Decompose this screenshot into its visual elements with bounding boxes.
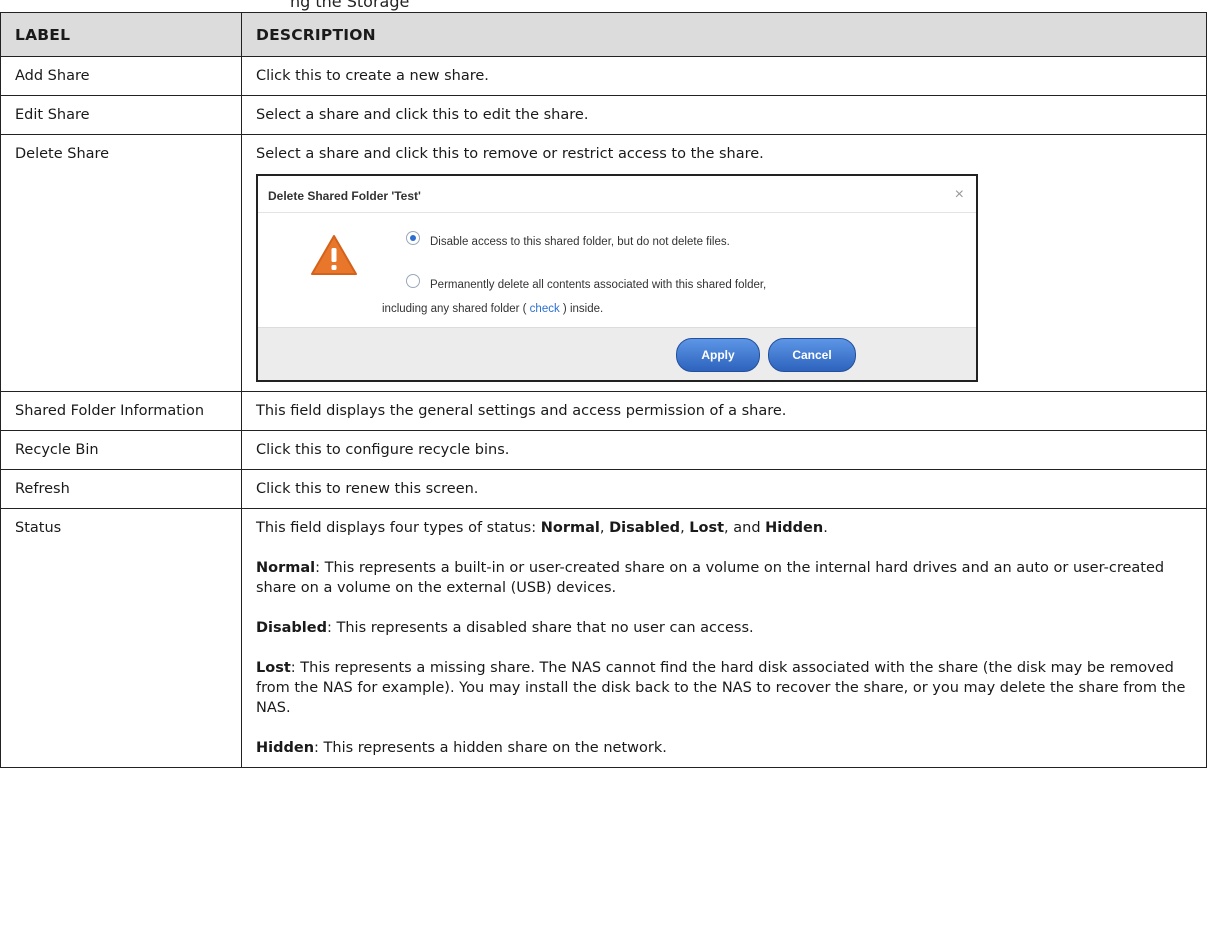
- colon: :: [290, 660, 301, 676]
- table-row: Edit Share Select a share and click this…: [0, 95, 1207, 135]
- disable-access-radio[interactable]: [406, 231, 420, 245]
- period: .: [823, 520, 828, 536]
- separator: ,: [599, 520, 610, 536]
- page-header-fragment: ng the Storage: [290, 0, 410, 11]
- status-term: Normal: [256, 560, 316, 576]
- row-description: Click this to renew this screen.: [241, 469, 1207, 509]
- status-type-normal: Normal: [540, 520, 600, 536]
- disable-access-option-label: Disable access to this shared folder, bu…: [430, 236, 730, 248]
- row-description: This field displays the general settings…: [241, 391, 1207, 431]
- table-row: Refresh Click this to renew this screen.: [0, 469, 1207, 509]
- warning-icon: [311, 235, 357, 275]
- status-disabled-paragraph: Disabled: This represents a disabled sha…: [256, 618, 1192, 638]
- apply-button[interactable]: Apply: [676, 338, 760, 372]
- row-label: Delete Share: [0, 134, 242, 392]
- status-type-disabled: Disabled: [609, 520, 681, 536]
- row-label: Shared Folder Information: [0, 391, 242, 431]
- dialog-header: Delete Shared Folder 'Test' ×: [258, 176, 976, 213]
- separator: ,: [680, 520, 690, 536]
- status-lost-paragraph: Lost: This represents a missing share. T…: [256, 658, 1192, 718]
- status-term: Lost: [256, 660, 291, 676]
- status-type-hidden: Hidden: [765, 520, 824, 536]
- status-intro-text: This field displays four types of status…: [256, 520, 541, 536]
- check-link[interactable]: check: [530, 303, 560, 315]
- table-row: Delete Share Select a share and click th…: [0, 134, 1207, 392]
- delete-shared-folder-dialog: Delete Shared Folder 'Test' × Disable ac…: [256, 174, 978, 382]
- status-disabled-desc: This represents a disabled share that no…: [336, 620, 754, 636]
- cancel-button[interactable]: Cancel: [768, 338, 856, 372]
- dialog-footer: Apply Cancel: [258, 327, 976, 380]
- status-normal-paragraph: Normal: This represents a built-in or us…: [256, 558, 1192, 598]
- close-icon[interactable]: ×: [955, 185, 964, 205]
- dialog-title: Delete Shared Folder 'Test': [268, 189, 421, 203]
- status-hidden-desc: This represents a hidden share on the ne…: [323, 740, 667, 756]
- colon: :: [315, 560, 325, 576]
- row-description: Select a share and click this to remove …: [256, 146, 764, 162]
- row-description-cell: Select a share and click this to remove …: [241, 134, 1207, 392]
- option-text-post: ) inside.: [559, 303, 604, 315]
- status-hidden-paragraph: Hidden: This represents a hidden share o…: [256, 738, 1192, 758]
- row-description: Select a share and click this to edit th…: [241, 95, 1207, 135]
- row-label: Edit Share: [0, 95, 242, 135]
- status-lost-desc: This represents a missing share. The NAS…: [256, 660, 1186, 716]
- permanently-delete-option-label: Permanently delete all contents associat…: [430, 279, 767, 291]
- table-row: Add Share Click this to create a new sha…: [0, 56, 1207, 96]
- row-label: Add Share: [0, 56, 242, 96]
- row-label: Refresh: [0, 469, 242, 509]
- column-header-label: LABEL: [0, 12, 242, 57]
- status-intro: This field displays four types of status…: [256, 518, 1192, 538]
- row-description: Click this to configure recycle bins.: [241, 430, 1207, 470]
- description-table: LABEL DESCRIPTION Add Share Click this t…: [0, 12, 1207, 768]
- permanently-delete-option-continued: including any shared folder ( check ) in…: [382, 299, 603, 319]
- status-term: Disabled: [256, 620, 327, 636]
- status-term: Hidden: [256, 740, 315, 756]
- column-header-description: DESCRIPTION: [241, 12, 1207, 57]
- separator: , and: [724, 520, 766, 536]
- status-description-cell: This field displays four types of status…: [241, 508, 1207, 768]
- table-row: Recycle Bin Click this to configure recy…: [0, 430, 1207, 470]
- status-normal-desc: This represents a built-in or user-creat…: [256, 560, 1165, 596]
- permanently-delete-radio[interactable]: [406, 274, 420, 288]
- colon: :: [314, 740, 324, 756]
- row-description: Click this to create a new share.: [241, 56, 1207, 96]
- option-text-pre: including any shared folder (: [382, 303, 530, 315]
- table-header-row: LABEL DESCRIPTION: [0, 12, 1207, 57]
- table-row: Shared Folder Information This field dis…: [0, 391, 1207, 431]
- row-label: Recycle Bin: [0, 430, 242, 470]
- status-type-lost: Lost: [689, 520, 725, 536]
- table-row: Status This field displays four types of…: [0, 508, 1207, 768]
- colon: :: [327, 620, 337, 636]
- row-label: Status: [0, 508, 242, 768]
